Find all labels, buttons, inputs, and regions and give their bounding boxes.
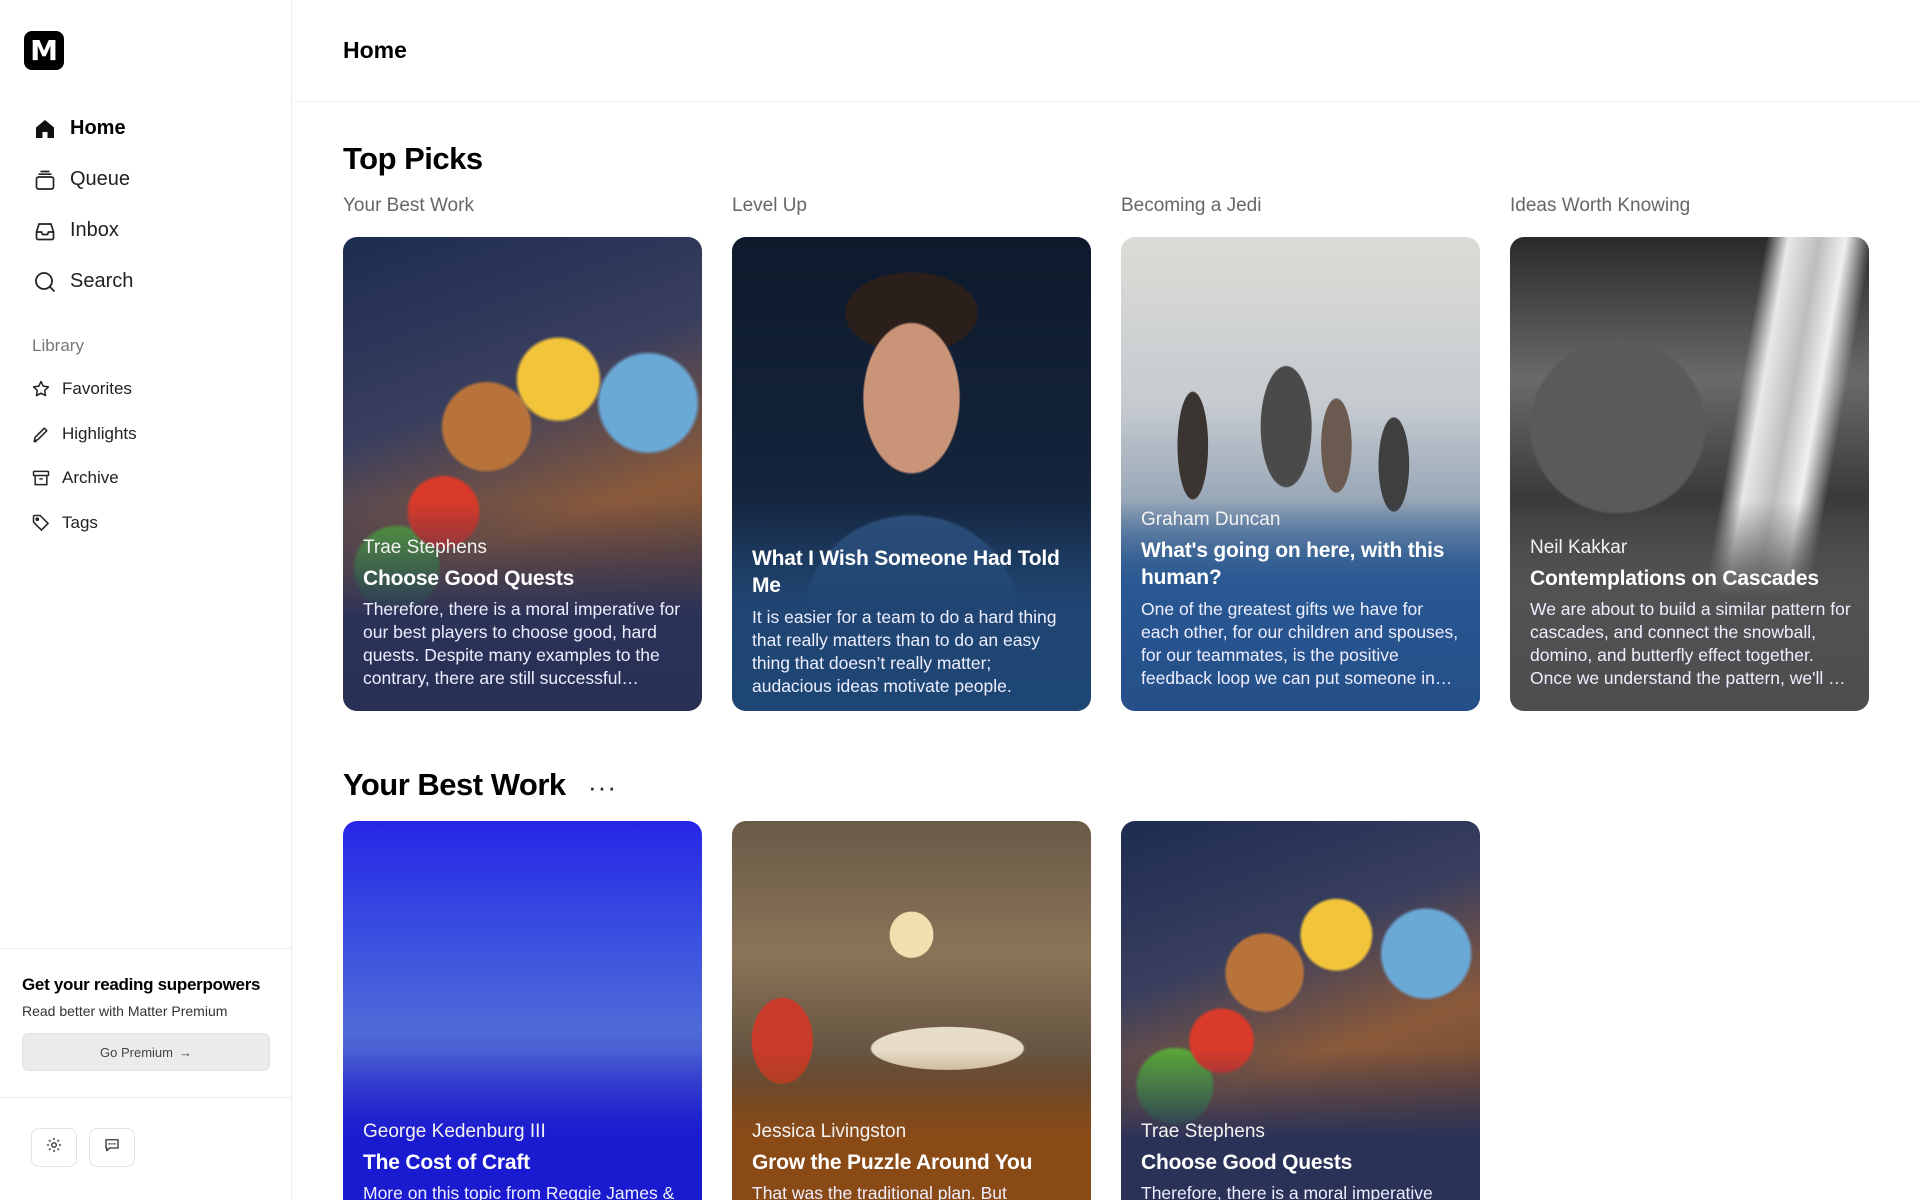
- library-item-label: Favorites: [62, 379, 132, 399]
- pencil-icon: [30, 423, 52, 445]
- tag-icon: [30, 512, 52, 534]
- card-title: Choose Good Quests: [1141, 1151, 1353, 1174]
- article-card[interactable]: Jessica Livingston Grow the Puzzle Aroun…: [732, 821, 1091, 1200]
- nav-item-search[interactable]: Search: [32, 256, 133, 307]
- queue-icon: [32, 167, 58, 193]
- nav-item-home[interactable]: Home: [32, 103, 133, 154]
- feedback-button[interactable]: [89, 1128, 135, 1167]
- go-premium-button[interactable]: Go Premium →: [22, 1033, 270, 1071]
- column-label[interactable]: Becoming a Jedi: [1121, 195, 1261, 217]
- promo-subtitle: Read better with Matter Premium: [22, 1003, 228, 1019]
- card-text: Trae Stephens Choose Good Quests Therefo…: [363, 537, 684, 690]
- library-item-tags[interactable]: Tags: [30, 501, 137, 546]
- column-label[interactable]: Ideas Worth Knowing: [1510, 195, 1690, 217]
- card-excerpt: We are about to build a similar pattern …: [1530, 599, 1851, 689]
- gear-icon: [45, 1136, 63, 1159]
- section-title-your-best-work: Your Best Work: [343, 767, 566, 802]
- card-text: What I Wish Someone Had Told Me It is ea…: [752, 539, 1073, 698]
- article-card[interactable]: George Kedenburg III The Cost of Craft M…: [343, 821, 702, 1200]
- home-icon: [32, 116, 58, 142]
- article-card[interactable]: Neil Kakkar Contemplations on Cascades W…: [1510, 237, 1869, 711]
- card-title: Grow the Puzzle Around You: [752, 1151, 1033, 1174]
- card-author: Graham Duncan: [1141, 509, 1281, 530]
- chat-icon: [103, 1136, 121, 1159]
- promo-title: Get your reading superpowers: [22, 975, 261, 994]
- star-icon: [30, 378, 52, 400]
- card-text: Trae Stephens Choose Good Quests Therefo…: [1141, 1121, 1462, 1200]
- page-title: Home: [343, 37, 407, 63]
- card-author: Trae Stephens: [363, 537, 487, 558]
- nav-item-label: Queue: [70, 168, 131, 190]
- card-author: Neil Kakkar: [1530, 537, 1628, 558]
- library-item-archive[interactable]: Archive: [30, 456, 137, 501]
- library-nav: Favorites Highlights Archive Tags: [30, 367, 137, 545]
- nav-item-inbox[interactable]: Inbox: [32, 205, 133, 256]
- library-heading: Library: [32, 336, 84, 355]
- card-text: Neil Kakkar Contemplations on Cascades W…: [1530, 537, 1851, 690]
- nav-item-label: Home: [70, 117, 126, 139]
- library-item-label: Tags: [62, 512, 98, 532]
- column-label[interactable]: Your Best Work: [343, 195, 474, 217]
- card-excerpt: Therefore, there is a moral imperative: [1141, 1183, 1433, 1200]
- article-card[interactable]: Trae Stephens Choose Good Quests Therefo…: [343, 237, 702, 711]
- main-nav: Home Queue Inbox Search: [32, 103, 133, 307]
- section-more-button[interactable]: ···: [588, 772, 617, 803]
- article-card[interactable]: Trae Stephens Choose Good Quests Therefo…: [1121, 821, 1480, 1200]
- card-title: Contemplations on Cascades: [1530, 567, 1819, 590]
- card-author: Jessica Livingston: [752, 1121, 907, 1142]
- arrow-right-icon: →: [178, 1044, 192, 1060]
- sidebar: M Home Queue Inbox Search Library Favori…: [0, 0, 292, 1200]
- card-excerpt: Therefore, there is a moral imperative f…: [363, 599, 681, 689]
- settings-button[interactable]: [31, 1128, 77, 1167]
- library-item-favorites[interactable]: Favorites: [30, 367, 137, 412]
- card-text: Jessica Livingston Grow the Puzzle Aroun…: [752, 1121, 1073, 1200]
- article-card[interactable]: Graham Duncan What's going on here, with…: [1121, 237, 1480, 711]
- card-excerpt: One of the greatest gifts we have for ea…: [1141, 598, 1459, 688]
- card-text: George Kedenburg III The Cost of Craft M…: [363, 1121, 684, 1200]
- search-icon: [32, 269, 58, 295]
- card-text: Graham Duncan What's going on here, with…: [1141, 509, 1462, 690]
- card-author: George Kedenburg III: [363, 1121, 546, 1142]
- card-title: What I Wish Someone Had Told Me: [752, 547, 1060, 598]
- library-item-label: Archive: [62, 468, 119, 488]
- card-excerpt: It is easier for a team to do a hard thi…: [752, 606, 1057, 696]
- nav-item-queue[interactable]: Queue: [32, 154, 133, 205]
- card-excerpt: More on this topic from Reggie James &: [363, 1183, 675, 1200]
- column-label[interactable]: Level Up: [732, 195, 807, 217]
- archive-icon: [30, 467, 52, 489]
- nav-item-label: Inbox: [70, 219, 119, 241]
- library-item-label: Highlights: [62, 423, 137, 443]
- premium-promo: Get your reading superpowers Read better…: [0, 948, 292, 1098]
- card-title: What's going on here, with this human?: [1141, 539, 1445, 590]
- inbox-icon: [32, 218, 58, 244]
- top-bar: Home: [293, 0, 1920, 102]
- matter-logo[interactable]: M: [24, 31, 64, 70]
- nav-item-label: Search: [70, 270, 134, 292]
- library-item-highlights[interactable]: Highlights: [30, 412, 137, 457]
- article-card[interactable]: What I Wish Someone Had Told Me It is ea…: [732, 237, 1091, 711]
- card-excerpt: That was the traditional plan. But: [752, 1183, 1007, 1200]
- card-title: Choose Good Quests: [363, 567, 575, 590]
- section-title-top-picks: Top Picks: [343, 141, 483, 176]
- card-title: The Cost of Craft: [363, 1151, 530, 1174]
- card-author: Trae Stephens: [1141, 1121, 1265, 1142]
- go-premium-label: Go Premium: [100, 1044, 173, 1060]
